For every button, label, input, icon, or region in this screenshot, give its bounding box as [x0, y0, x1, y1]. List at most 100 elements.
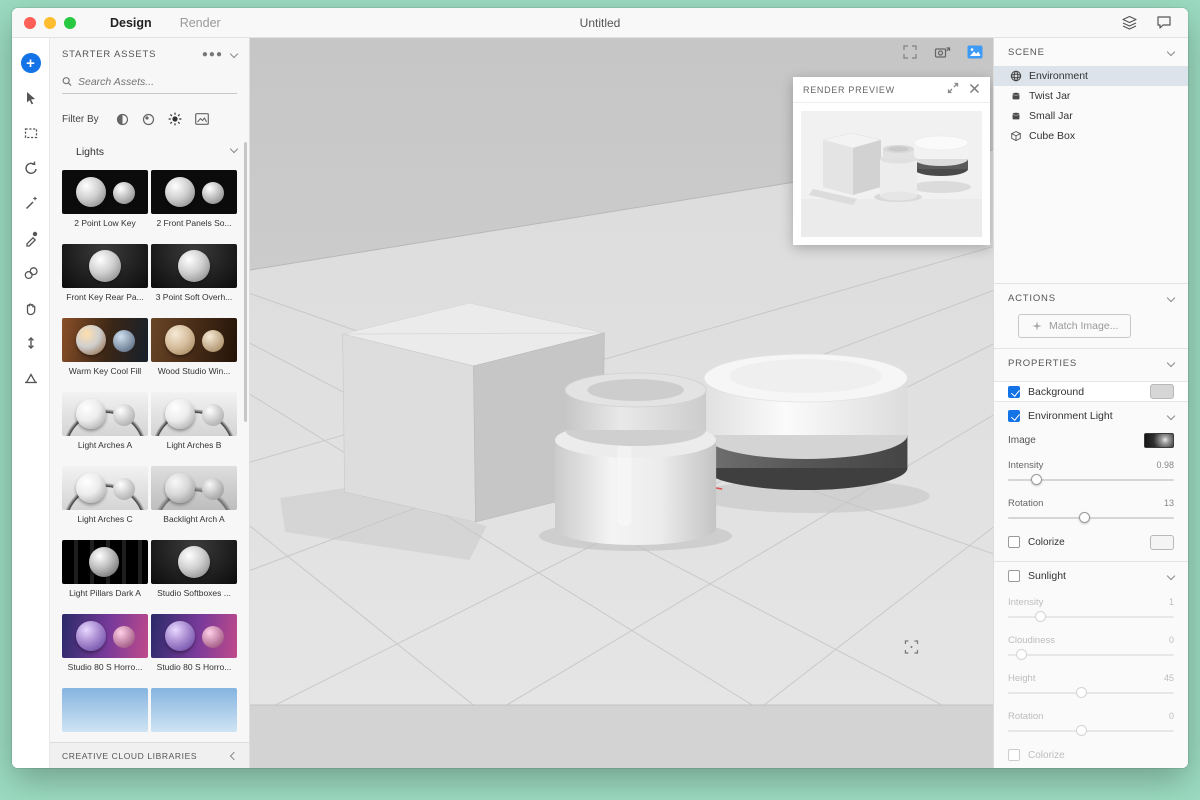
- eyedropper-tool[interactable]: [20, 227, 42, 249]
- materials-tool[interactable]: [20, 262, 42, 284]
- pan-tool[interactable]: [20, 297, 42, 319]
- scene-header[interactable]: SCENE: [994, 38, 1188, 66]
- camera-bookmark-icon[interactable]: [934, 45, 951, 65]
- orbit-camera-tool[interactable]: [20, 157, 42, 179]
- sunlight-row[interactable]: Sunlight: [994, 562, 1188, 590]
- image-icon[interactable]: [967, 45, 983, 64]
- lights-filter-icon[interactable]: [168, 112, 182, 126]
- model-icon: [1012, 92, 1020, 100]
- search-input[interactable]: [78, 75, 237, 88]
- slider-knob[interactable]: [1016, 649, 1028, 660]
- sunlight-checkbox[interactable]: [1008, 570, 1020, 582]
- dolly-tool[interactable]: [20, 332, 42, 354]
- close-icon[interactable]: [969, 81, 980, 99]
- tab-render[interactable]: Render: [180, 16, 221, 30]
- asset-card[interactable]: Studio 80 S Horro...: [151, 614, 237, 672]
- asset-card[interactable]: 3 Point Soft Overh...: [151, 244, 237, 302]
- scene-item-environment[interactable]: Environment: [994, 66, 1188, 86]
- asset-card[interactable]: [151, 688, 237, 736]
- actions-header[interactable]: ACTIONS: [994, 284, 1188, 312]
- asset-card[interactable]: 2 Front Panels So...: [151, 170, 237, 228]
- images-filter-icon[interactable]: [194, 113, 209, 125]
- chevron-down-icon: [1166, 358, 1176, 368]
- sun-colorize-checkbox[interactable]: [1008, 749, 1020, 761]
- slider-knob[interactable]: [1031, 474, 1043, 485]
- background-color-swatch[interactable]: [1150, 384, 1174, 399]
- asset-card[interactable]: Warm Key Cool Fill: [62, 318, 148, 376]
- cc-libraries-bar[interactable]: CREATIVE CLOUD LIBRARIES: [50, 742, 249, 768]
- environment-light-label: Environment Light: [1028, 410, 1113, 422]
- tools-sidebar: +: [12, 38, 50, 768]
- asset-card[interactable]: Wood Studio Win...: [151, 318, 237, 376]
- comment-icon[interactable]: [1156, 15, 1172, 30]
- background-checkbox[interactable]: [1008, 385, 1020, 398]
- fullscreen-icon[interactable]: [902, 44, 918, 65]
- environment-image-thumbnail[interactable]: [1144, 433, 1174, 448]
- render-preview-header[interactable]: RENDER PREVIEW: [793, 77, 990, 103]
- scene-item-cube-box[interactable]: Cube Box: [994, 126, 1188, 146]
- asset-label: Warm Key Cool Fill: [68, 366, 142, 376]
- horizon-tool[interactable]: [20, 367, 42, 389]
- asset-label: Studio Softboxes ...: [157, 588, 231, 598]
- chevron-down-icon[interactable]: [229, 49, 239, 59]
- asset-card[interactable]: Studio Softboxes ...: [151, 540, 237, 598]
- asset-card[interactable]: Backlight Arch A: [151, 466, 237, 524]
- asset-label: Wood Studio Win...: [157, 366, 231, 376]
- viewport[interactable]: RENDER PREVIEW: [250, 38, 993, 768]
- cursor-icon: [26, 92, 35, 105]
- asset-card[interactable]: Front Key Rear Pa...: [62, 244, 148, 302]
- match-image-button[interactable]: Match Image...: [1018, 314, 1132, 338]
- slider-knob[interactable]: [1079, 512, 1091, 523]
- zoom-window-button[interactable]: [64, 16, 76, 29]
- asset-card[interactable]: 2 Point Low Key: [62, 170, 148, 228]
- height-label-row: Height 45: [1008, 673, 1174, 684]
- render-preview-panel[interactable]: RENDER PREVIEW: [793, 77, 990, 245]
- environment-light-row[interactable]: Environment Light: [994, 402, 1188, 430]
- add-content-button[interactable]: +: [20, 52, 42, 74]
- asset-card[interactable]: Light Arches A: [62, 392, 148, 450]
- properties-header[interactable]: PROPERTIES: [994, 349, 1188, 377]
- vertical-arrows-icon: [27, 337, 34, 349]
- slider-knob[interactable]: [1076, 687, 1088, 698]
- asset-search[interactable]: [62, 70, 237, 94]
- expand-icon[interactable]: [947, 81, 959, 99]
- render-preview-image: [801, 111, 982, 237]
- scene-item-twist-jar[interactable]: Twist Jar: [994, 86, 1188, 106]
- titlebar: Design Render Untitled: [12, 8, 1188, 38]
- environment-light-checkbox[interactable]: [1008, 410, 1020, 422]
- layers-icon[interactable]: [1121, 15, 1138, 30]
- scene-item-small-jar[interactable]: Small Jar: [994, 106, 1188, 126]
- height-slider[interactable]: [1008, 687, 1174, 700]
- colorize-color-swatch[interactable]: [1150, 534, 1174, 550]
- colorize-checkbox[interactable]: [1008, 536, 1020, 548]
- models-filter-icon[interactable]: [116, 113, 129, 126]
- ellipsis-menu-icon[interactable]: ●●●: [202, 49, 223, 60]
- asset-card[interactable]: Studio 80 S Horro...: [62, 614, 148, 672]
- slider-knob[interactable]: [1034, 611, 1046, 622]
- select-move-tool[interactable]: [20, 87, 42, 109]
- intensity-slider[interactable]: [1008, 474, 1174, 487]
- rotation-slider[interactable]: [1008, 512, 1174, 525]
- tab-design[interactable]: Design: [110, 16, 152, 30]
- cloudiness-slider[interactable]: [1008, 649, 1174, 662]
- asset-thumbnail: [151, 244, 237, 288]
- window-controls: [24, 16, 76, 29]
- marquee-select-tool[interactable]: [20, 122, 42, 144]
- rotation-value: 13: [1163, 498, 1174, 508]
- asset-thumbnail: [151, 466, 237, 510]
- lights-section-header[interactable]: Lights: [50, 134, 249, 164]
- globe-icon: [1010, 70, 1022, 82]
- sun-intensity-slider[interactable]: [1008, 611, 1174, 624]
- slider-knob[interactable]: [1076, 725, 1088, 736]
- asset-card[interactable]: Light Arches C: [62, 466, 148, 524]
- asset-card[interactable]: [62, 688, 148, 736]
- minimize-window-button[interactable]: [44, 16, 56, 29]
- asset-card[interactable]: Light Pillars Dark A: [62, 540, 148, 598]
- magic-wand-tool[interactable]: [20, 192, 42, 214]
- asset-card[interactable]: Light Arches B: [151, 392, 237, 450]
- sun-rotation-slider[interactable]: [1008, 725, 1174, 738]
- asset-thumbnail: [62, 466, 148, 510]
- assets-scrollbar[interactable]: [244, 142, 247, 422]
- close-window-button[interactable]: [24, 16, 36, 29]
- materials-filter-icon[interactable]: [142, 113, 155, 126]
